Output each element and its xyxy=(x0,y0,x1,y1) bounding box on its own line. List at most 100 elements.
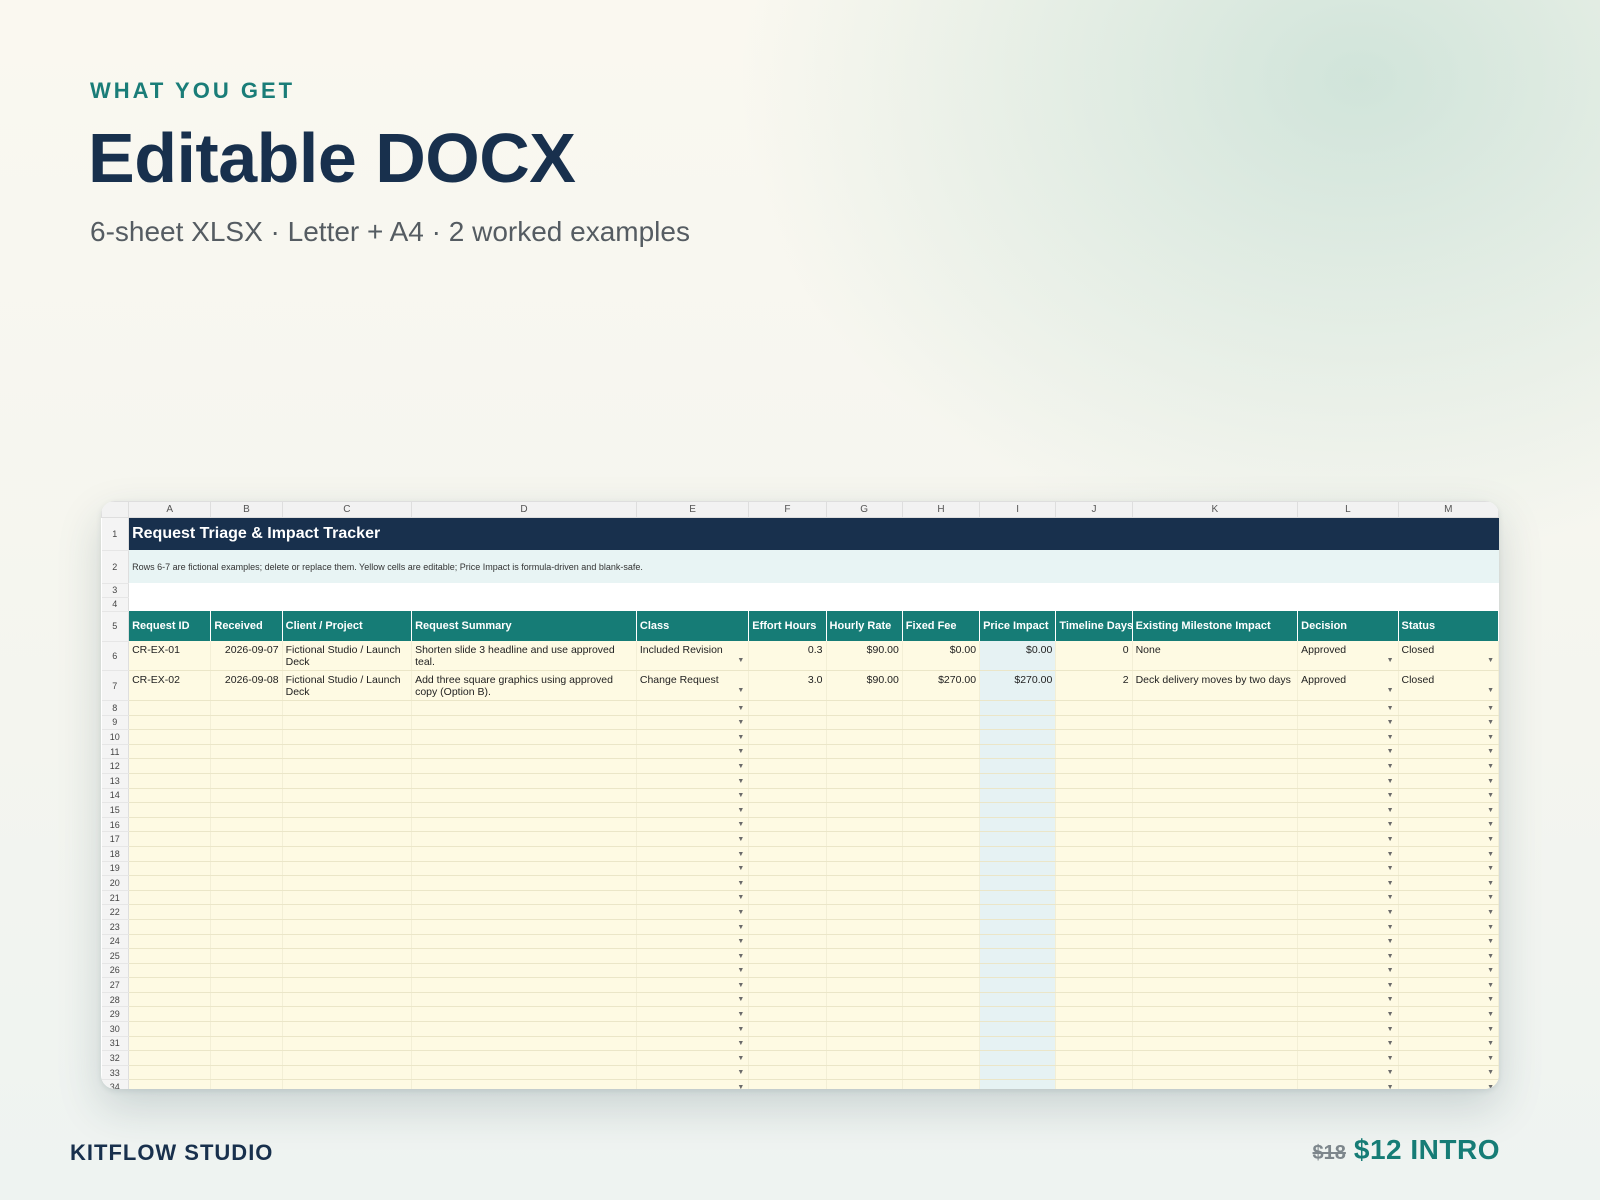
empty-cell[interactable] xyxy=(902,729,981,745)
empty-cell[interactable] xyxy=(1055,788,1133,804)
empty-cell[interactable] xyxy=(210,904,283,920)
empty-cell[interactable] xyxy=(282,1006,413,1023)
empty-cell[interactable] xyxy=(748,861,827,877)
data-cell[interactable]: 3.0 xyxy=(748,670,827,701)
empty-cell[interactable] xyxy=(902,919,981,935)
column-header-E[interactable]: E xyxy=(635,501,750,518)
data-cell[interactable]: 2 xyxy=(1055,670,1133,701)
empty-cell[interactable] xyxy=(1055,1036,1133,1052)
chevron-down-icon[interactable]: ▼ xyxy=(1387,1055,1394,1063)
data-cell[interactable]: $270.00 xyxy=(902,670,981,701)
empty-cell[interactable]: ▼ xyxy=(1297,1065,1399,1081)
empty-cell[interactable] xyxy=(1055,846,1133,862)
empty-cell[interactable]: ▼ xyxy=(636,802,750,818)
empty-cell[interactable] xyxy=(282,1079,413,1089)
empty-cell[interactable]: ▼ xyxy=(1297,1021,1399,1037)
empty-cell[interactable]: ▼ xyxy=(1297,948,1399,964)
empty-cell[interactable]: ▼ xyxy=(1398,846,1499,862)
empty-cell[interactable] xyxy=(748,977,827,993)
empty-cell[interactable]: ▼ xyxy=(636,700,750,716)
empty-cell[interactable] xyxy=(1132,700,1299,716)
empty-cell[interactable]: ▼ xyxy=(1398,1021,1499,1037)
empty-cell[interactable]: ▼ xyxy=(636,1021,750,1037)
empty-cell[interactable] xyxy=(979,1006,1057,1023)
empty-cell[interactable]: ▼ xyxy=(636,875,750,891)
chevron-down-icon[interactable]: ▼ xyxy=(737,924,744,932)
chevron-down-icon[interactable]: ▼ xyxy=(737,748,744,756)
empty-cell[interactable] xyxy=(826,948,903,964)
empty-cell[interactable] xyxy=(411,1079,637,1089)
data-cell[interactable]: Closed ▼ xyxy=(1398,641,1499,671)
empty-cell[interactable] xyxy=(282,919,413,935)
empty-cell[interactable] xyxy=(210,773,283,789)
empty-cell[interactable]: ▼ xyxy=(1297,715,1399,731)
empty-cell[interactable] xyxy=(411,1006,637,1023)
empty-cell[interactable] xyxy=(748,700,827,716)
empty-cell[interactable] xyxy=(748,729,827,745)
chevron-down-icon[interactable]: ▼ xyxy=(1387,748,1394,756)
chevron-down-icon[interactable]: ▼ xyxy=(1487,705,1494,713)
empty-cell[interactable] xyxy=(1132,773,1299,789)
empty-cell[interactable]: ▼ xyxy=(636,846,750,862)
empty-cell[interactable] xyxy=(826,1050,903,1066)
chevron-down-icon[interactable]: ▼ xyxy=(1487,719,1494,727)
chevron-down-icon[interactable]: ▼ xyxy=(737,967,744,975)
empty-cell[interactable] xyxy=(979,875,1057,891)
empty-cell[interactable]: ▼ xyxy=(1297,992,1399,1008)
column-header-D[interactable]: D xyxy=(411,501,637,518)
empty-cell[interactable] xyxy=(902,904,981,920)
empty-cell[interactable]: ▼ xyxy=(636,861,750,877)
empty-cell[interactable] xyxy=(282,846,413,862)
empty-cell[interactable]: ▼ xyxy=(1297,861,1399,877)
empty-cell[interactable]: ▼ xyxy=(636,773,750,789)
row-number[interactable]: 11 xyxy=(101,744,130,760)
chevron-down-icon[interactable]: ▼ xyxy=(1387,734,1394,742)
empty-cell[interactable] xyxy=(210,963,283,979)
empty-cell[interactable]: ▼ xyxy=(1398,1065,1499,1081)
empty-cell[interactable] xyxy=(826,1036,903,1052)
empty-cell[interactable] xyxy=(411,977,637,993)
blank-cell[interactable] xyxy=(128,583,1499,597)
row-number[interactable]: 32 xyxy=(101,1050,130,1066)
empty-cell[interactable] xyxy=(902,788,981,804)
empty-cell[interactable] xyxy=(1132,1065,1299,1081)
data-cell[interactable]: 2026-09-08 xyxy=(210,670,283,701)
empty-cell[interactable] xyxy=(128,831,212,847)
empty-cell[interactable] xyxy=(210,1036,283,1052)
empty-cell[interactable]: ▼ xyxy=(1297,963,1399,979)
column-header-B[interactable]: B xyxy=(210,501,283,518)
empty-cell[interactable] xyxy=(902,802,981,818)
chevron-down-icon[interactable]: ▼ xyxy=(737,1040,744,1048)
empty-cell[interactable] xyxy=(902,977,981,993)
empty-cell[interactable]: ▼ xyxy=(1297,831,1399,847)
empty-cell[interactable] xyxy=(1055,875,1133,891)
empty-cell[interactable] xyxy=(979,773,1057,789)
empty-cell[interactable]: ▼ xyxy=(636,1036,750,1052)
empty-cell[interactable]: ▼ xyxy=(636,1065,750,1081)
empty-cell[interactable] xyxy=(979,758,1057,774)
empty-cell[interactable]: ▼ xyxy=(1398,831,1499,847)
empty-cell[interactable] xyxy=(902,948,981,964)
data-cell[interactable]: 0 xyxy=(1055,641,1133,671)
empty-cell[interactable] xyxy=(979,1050,1057,1066)
chevron-down-icon[interactable]: ▼ xyxy=(1487,909,1494,917)
empty-cell[interactable]: ▼ xyxy=(636,715,750,731)
empty-cell[interactable]: ▼ xyxy=(1398,1079,1499,1089)
empty-cell[interactable] xyxy=(902,831,981,847)
empty-cell[interactable] xyxy=(979,1036,1057,1052)
empty-cell[interactable] xyxy=(902,1079,981,1089)
empty-cell[interactable] xyxy=(902,1050,981,1066)
empty-cell[interactable] xyxy=(1132,831,1299,847)
data-cell[interactable]: 0.3 xyxy=(748,641,827,671)
chevron-down-icon[interactable]: ▼ xyxy=(1387,792,1394,800)
data-cell[interactable]: Shorten slide 3 headline and use approve… xyxy=(411,641,637,671)
column-header-L[interactable]: L xyxy=(1297,501,1399,518)
data-cell[interactable]: Deck delivery moves by two days xyxy=(1132,670,1299,701)
empty-cell[interactable] xyxy=(282,992,413,1008)
empty-cell[interactable] xyxy=(748,1006,827,1023)
empty-cell[interactable] xyxy=(128,802,212,818)
empty-cell[interactable] xyxy=(411,802,637,818)
empty-cell[interactable] xyxy=(748,919,827,935)
empty-cell[interactable] xyxy=(128,773,212,789)
header-cell[interactable]: Fixed Fee xyxy=(902,611,981,641)
